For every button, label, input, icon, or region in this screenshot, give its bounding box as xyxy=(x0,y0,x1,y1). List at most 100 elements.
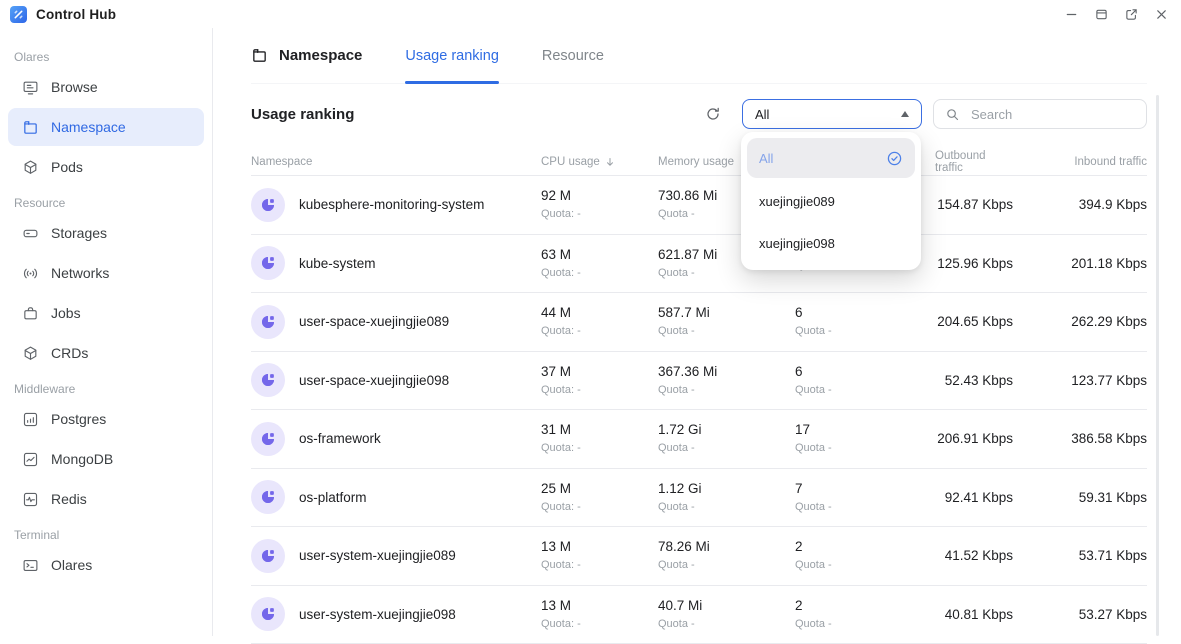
sidebar-item-namespace[interactable]: Namespace xyxy=(8,108,204,146)
pod-quota-label: Quota - xyxy=(795,618,935,631)
sidebar-item-label: Networks xyxy=(51,265,109,281)
tab-usage-ranking[interactable]: Usage ranking xyxy=(405,28,499,84)
column-outbound-traffic[interactable]: Outbound traffic xyxy=(935,150,1013,174)
namespace-name: kube-system xyxy=(299,256,376,271)
memory-usage-value: 587.7 Mi xyxy=(658,305,795,321)
crds-cube-icon xyxy=(22,345,39,362)
sidebar-item-crds[interactable]: CRDs xyxy=(8,334,204,372)
table-row[interactable]: kube-system 63 M Quota: - 621.87 Mi Quot… xyxy=(251,235,1147,294)
cpu-quota-label: Quota: - xyxy=(541,501,658,514)
inbound-traffic-value: 201.18 Kbps xyxy=(1013,256,1147,271)
pie-chart-icon xyxy=(259,371,277,389)
cpu-quota-label: Quota: - xyxy=(541,208,658,221)
cpu-usage-value: 44 M xyxy=(541,305,658,321)
table-row[interactable]: user-space-xuejingjie089 44 M Quota: - 5… xyxy=(251,293,1147,352)
sidebar-section-olares: Olares xyxy=(14,48,198,66)
pulse-chart-icon xyxy=(22,491,39,508)
app-title: Control Hub xyxy=(36,7,116,22)
pod-quota-label: Quota - xyxy=(795,442,935,455)
namespace-icon xyxy=(22,119,39,136)
memory-usage-value: 40.7 Mi xyxy=(658,598,795,614)
search-input[interactable] xyxy=(969,106,1135,123)
pod-count-value: 6 xyxy=(795,305,935,321)
namespace-name: user-system-xuejingjie098 xyxy=(299,607,456,622)
memory-quota-label: Quota - xyxy=(658,384,795,397)
sidebar-item-label: Storages xyxy=(51,225,107,241)
sidebar-item-mongodb[interactable]: MongoDB xyxy=(8,440,204,478)
pod-count-value: 2 xyxy=(795,539,935,555)
sidebar-item-olares-terminal[interactable]: Olares xyxy=(8,546,204,584)
column-namespace[interactable]: Namespace xyxy=(251,156,541,168)
outbound-traffic-value: 92.41 Kbps xyxy=(935,490,1013,505)
toolbar: Usage ranking All xyxy=(251,99,1147,129)
search-icon xyxy=(945,107,960,122)
sidebar-item-storages[interactable]: Storages xyxy=(8,214,204,252)
pod-count-value: 2 xyxy=(795,598,935,614)
table-row[interactable]: os-platform 25 M Quota: - 1.12 Gi Quota … xyxy=(251,469,1147,528)
maximize-button[interactable] xyxy=(1094,7,1109,22)
cpu-usage-value: 25 M xyxy=(541,481,658,497)
browse-icon xyxy=(22,79,39,96)
memory-quota-label: Quota - xyxy=(658,442,795,455)
vertical-scrollbar[interactable] xyxy=(1156,95,1159,636)
pod-count-value: 6 xyxy=(795,364,935,380)
sidebar-item-label: Jobs xyxy=(51,305,81,321)
table-row[interactable]: user-system-xuejingjie089 13 M Quota: - … xyxy=(251,527,1147,586)
dropdown-option-all[interactable]: All xyxy=(747,138,915,178)
pie-chart-icon xyxy=(259,254,277,272)
table-row[interactable]: kubesphere-monitoring-system 92 M Quota:… xyxy=(251,176,1147,235)
table-row[interactable]: os-framework 31 M Quota: - 1.72 Gi Quota… xyxy=(251,410,1147,469)
pie-chart-icon xyxy=(259,488,277,506)
open-external-button[interactable] xyxy=(1124,7,1139,22)
sidebar-item-pods[interactable]: Pods xyxy=(8,148,204,186)
sidebar-item-label: Olares xyxy=(51,557,92,573)
sidebar-item-networks[interactable]: Networks xyxy=(8,254,204,292)
table-row[interactable]: user-system-xuejingjie098 13 M Quota: - … xyxy=(251,586,1147,644)
sidebar-item-label: Redis xyxy=(51,491,87,507)
sidebar-item-browse[interactable]: Browse xyxy=(8,68,204,106)
sidebar-item-label: Namespace xyxy=(51,119,126,135)
search-box xyxy=(933,99,1147,129)
namespace-avatar xyxy=(251,305,285,339)
column-inbound-traffic[interactable]: Inbound traffic xyxy=(1013,156,1147,168)
tab-resource[interactable]: Resource xyxy=(542,28,604,84)
column-cpu-usage[interactable]: CPU usage xyxy=(541,156,658,168)
outbound-traffic-value: 40.81 Kbps xyxy=(935,607,1013,622)
titlebar: Control Hub xyxy=(0,0,1181,28)
namespace-avatar xyxy=(251,539,285,573)
sidebar: Olares Browse Namespace xyxy=(0,28,213,636)
namespace-avatar xyxy=(251,597,285,631)
cpu-usage-value: 31 M xyxy=(541,422,658,438)
dropdown-option-xuejingjie098[interactable]: xuejingjie098 xyxy=(747,222,915,264)
cpu-usage-value: 13 M xyxy=(541,598,658,614)
cpu-usage-value: 13 M xyxy=(541,539,658,555)
outbound-traffic-value: 125.96 Kbps xyxy=(935,256,1013,271)
namespace-filter-select[interactable]: All xyxy=(742,99,922,129)
cpu-quota-label: Quota: - xyxy=(541,267,658,280)
close-button[interactable] xyxy=(1154,7,1169,22)
outbound-traffic-value: 206.91 Kbps xyxy=(935,431,1013,446)
pod-count-value: 7 xyxy=(795,481,935,497)
cpu-quota-label: Quota: - xyxy=(541,384,658,397)
namespace-name: user-space-xuejingjie098 xyxy=(299,373,449,388)
pie-chart-icon xyxy=(259,196,277,214)
namespace-avatar xyxy=(251,363,285,397)
refresh-button[interactable] xyxy=(701,102,725,126)
sidebar-item-redis[interactable]: Redis xyxy=(8,480,204,518)
sidebar-item-jobs[interactable]: Jobs xyxy=(8,294,204,332)
minimize-button[interactable] xyxy=(1064,7,1079,22)
inbound-traffic-value: 386.58 Kbps xyxy=(1013,431,1147,446)
inbound-traffic-value: 53.71 Kbps xyxy=(1013,548,1147,563)
memory-quota-label: Quota - xyxy=(658,501,795,514)
pie-chart-icon xyxy=(259,313,277,331)
sidebar-item-postgres[interactable]: Postgres xyxy=(8,400,204,438)
pie-chart-icon xyxy=(259,547,277,565)
outbound-traffic-value: 52.43 Kbps xyxy=(935,373,1013,388)
cpu-quota-label: Quota: - xyxy=(541,442,658,455)
pie-chart-icon xyxy=(259,430,277,448)
sidebar-item-label: Postgres xyxy=(51,411,106,427)
dropdown-option-xuejingjie089[interactable]: xuejingjie089 xyxy=(747,180,915,222)
table-row[interactable]: user-space-xuejingjie098 37 M Quota: - 3… xyxy=(251,352,1147,411)
namespace-name: user-space-xuejingjie089 xyxy=(299,314,449,329)
memory-usage-value: 367.36 Mi xyxy=(658,364,795,380)
